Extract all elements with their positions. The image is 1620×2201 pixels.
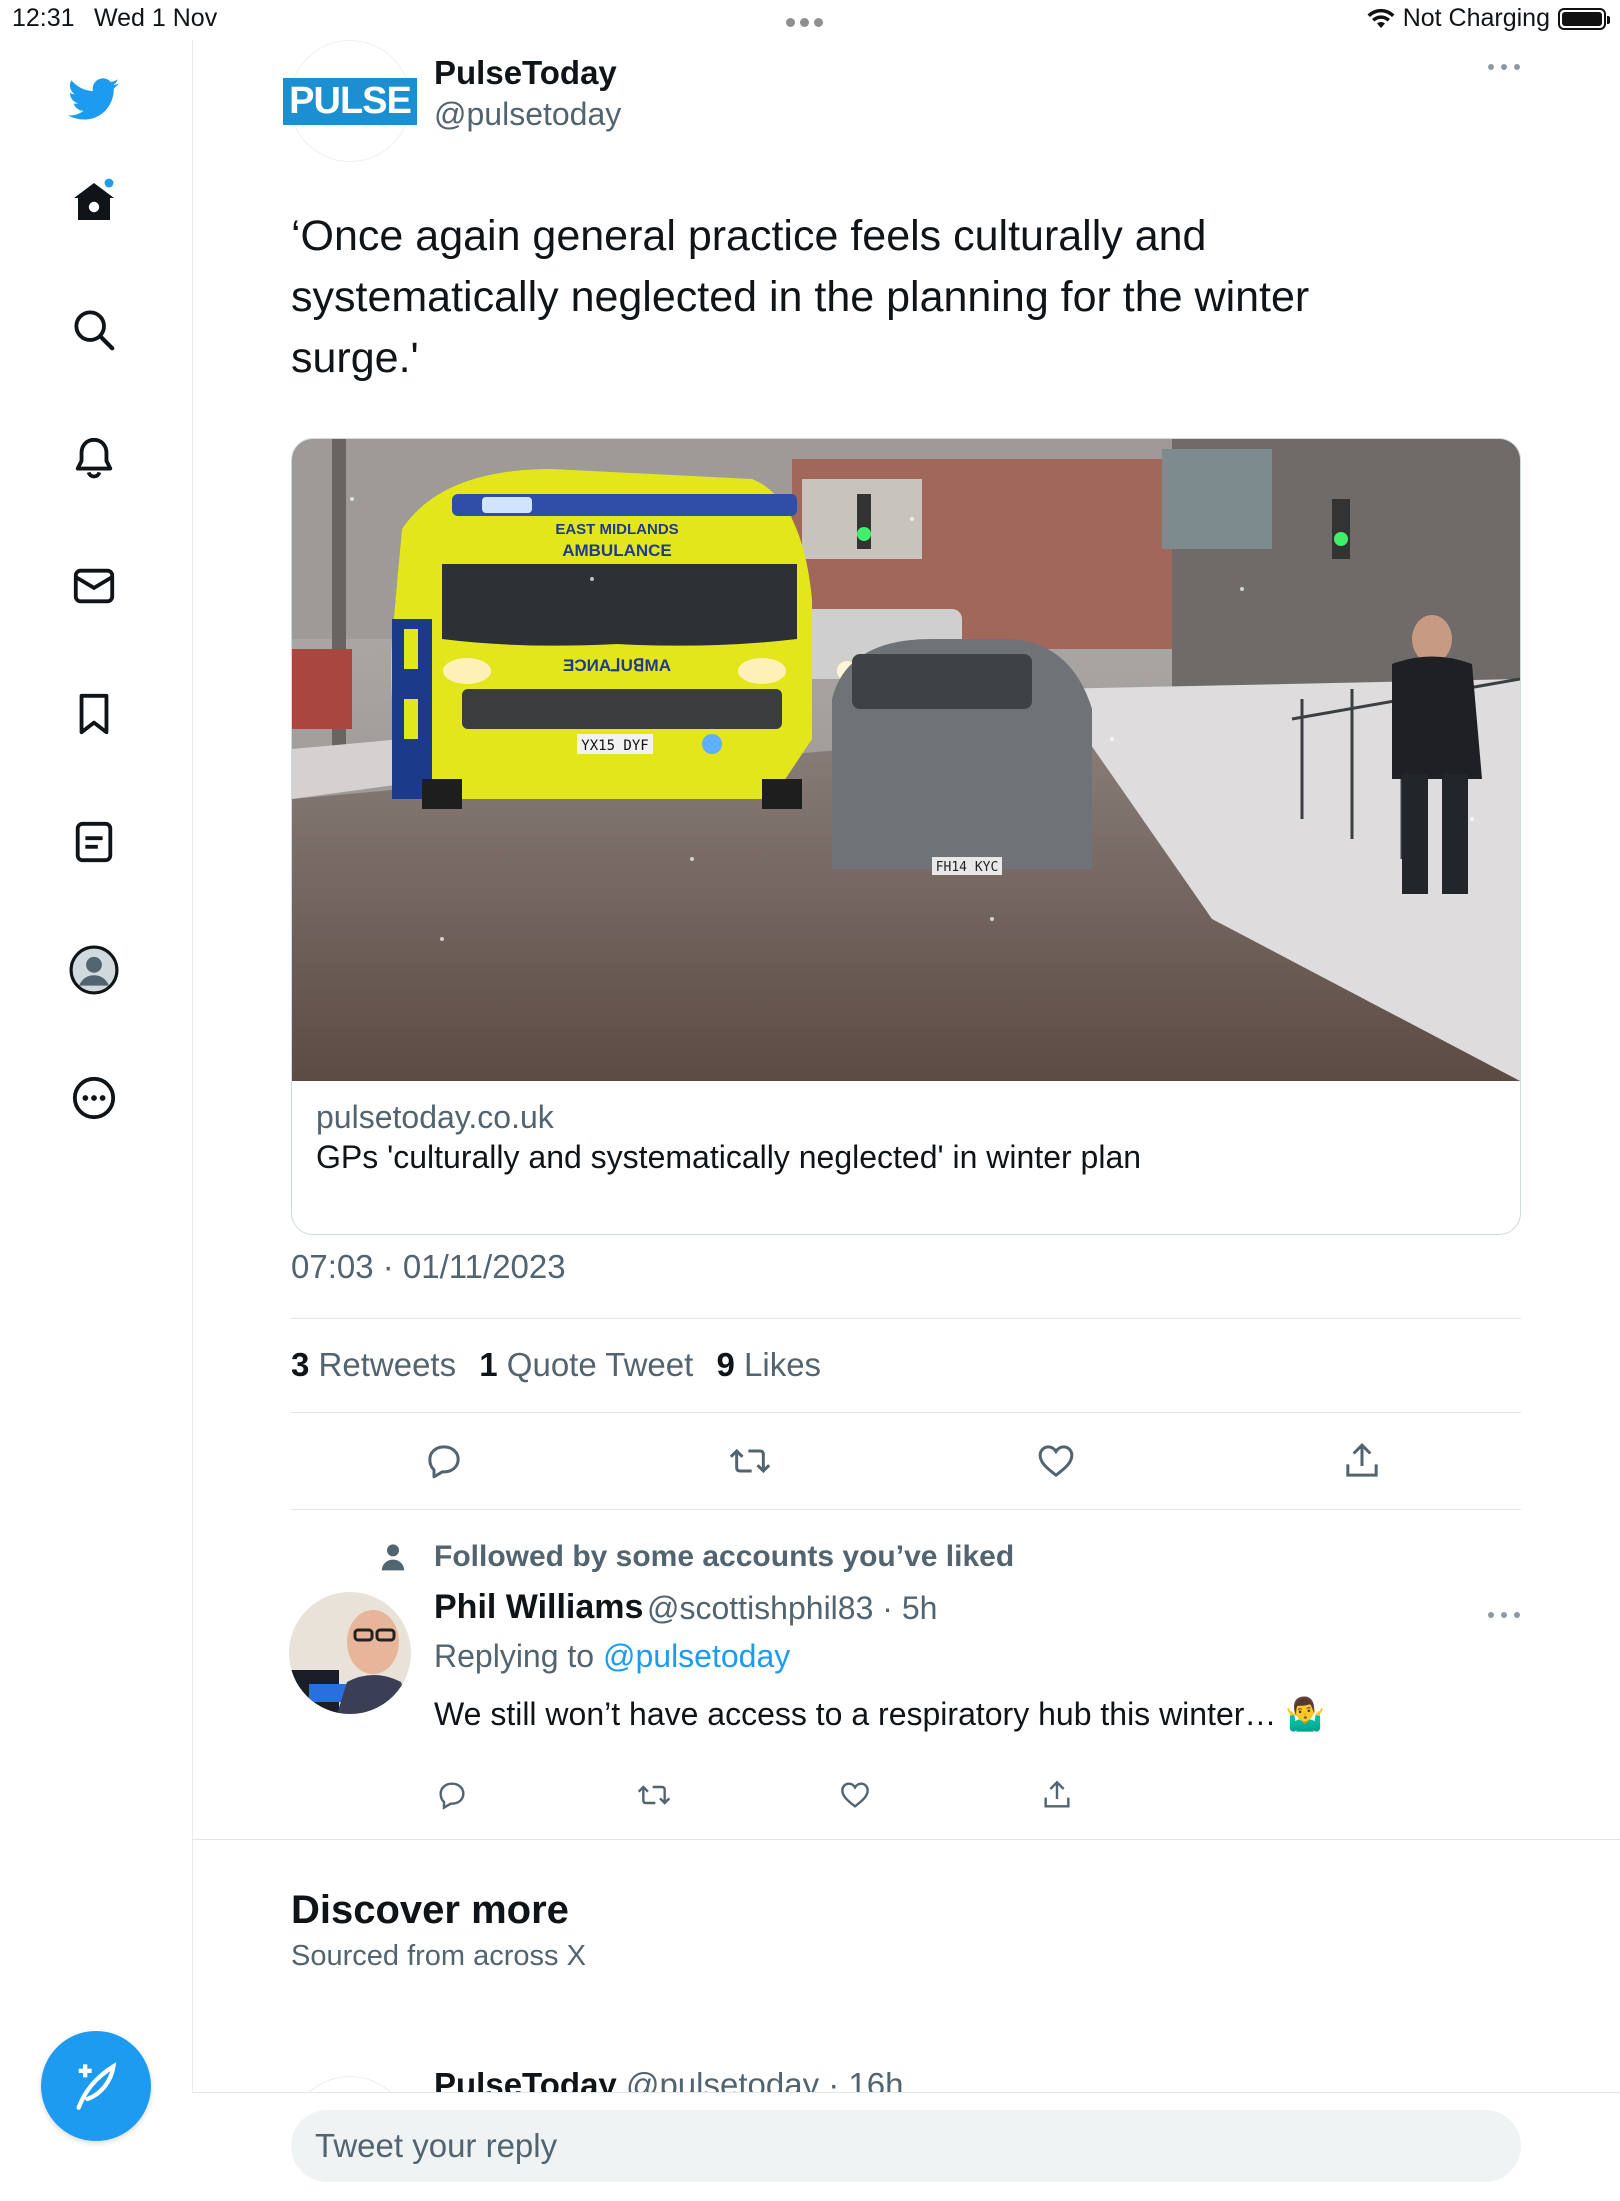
lists-icon[interactable]: [62, 810, 126, 874]
pulse-logo: PULSE: [283, 77, 417, 125]
status-bar: 12:31 Wed 1 Nov Not Charging: [0, 0, 1620, 40]
retweet-button[interactable]: [720, 1431, 780, 1491]
reply-like-button[interactable]: [832, 1772, 878, 1818]
status-time: 12:31: [12, 4, 75, 32]
retweet-icon: [729, 1448, 771, 1474]
like-button[interactable]: [1026, 1431, 1086, 1491]
heart-icon: [1038, 1445, 1074, 1478]
divider: [291, 1509, 1521, 1510]
battery-status-text: Not Charging: [1402, 4, 1550, 32]
status-right: Not Charging: [1367, 4, 1610, 33]
section-divider: [192, 1839, 1620, 1840]
more-options-circle-icon[interactable]: [62, 1066, 126, 1130]
reply-text: We still won’t have access to a respirat…: [434, 1696, 1326, 1732]
ambulance-mirror-text: ƎƆИA⅃UꓭMA: [563, 656, 671, 675]
link-card[interactable]: FH14 KYC EAST MIDLANDS AMBULANCE ƎƆИA⅃Uꓭ…: [291, 438, 1521, 1235]
retweets-stat[interactable]: 3 Retweets: [291, 1346, 456, 1383]
messages-mail-icon[interactable]: [62, 554, 126, 618]
author-avatar[interactable]: PULSE: [283, 40, 417, 162]
author-name[interactable]: PulseToday: [434, 54, 617, 92]
bookmark-icon[interactable]: [62, 682, 126, 746]
sidebar: [0, 40, 193, 2160]
social-context: Followed by some accounts you’ve liked: [434, 1540, 1015, 1573]
share-icon: [1346, 1443, 1378, 1477]
person-icon: [381, 1544, 405, 1571]
card-domain: pulsetoday.co.uk: [316, 1099, 554, 1135]
main-timeline: PULSE PulseToday @pulsetoday ‘Once again…: [192, 40, 1620, 2201]
card-title: GPs 'culturally and systematically negle…: [316, 1139, 1142, 1175]
reply-reply-button[interactable]: [429, 1772, 475, 1818]
discover-more-subtitle: Sourced from across X: [291, 1940, 586, 1972]
compose-tweet-button[interactable]: [41, 2031, 151, 2141]
status-date: Wed 1 Nov: [94, 4, 218, 32]
likes-stat[interactable]: 9 Likes: [716, 1346, 821, 1383]
twitter-bird-icon[interactable]: [62, 68, 126, 132]
multitasking-dots-icon[interactable]: [786, 14, 830, 27]
retweet-icon: [637, 1785, 671, 1805]
author-handle[interactable]: @pulsetoday: [434, 96, 621, 133]
ambulance-label-text: AMBULANCE: [562, 541, 672, 560]
feather-plus-icon: [76, 2062, 117, 2110]
tweet-timestamp[interactable]: 07:03 · 01/11/2023: [291, 1248, 566, 1286]
more-options-icon[interactable]: [1487, 62, 1521, 72]
notifications-bell-icon[interactable]: [62, 426, 126, 490]
share-button[interactable]: [1332, 1431, 1392, 1491]
reply-author-name[interactable]: Phil Williams: [434, 1588, 643, 1627]
heart-icon: [841, 1782, 869, 1808]
share-icon: [1044, 1780, 1070, 1808]
ambulance-region-text: EAST MIDLANDS: [555, 521, 678, 538]
battery-icon: [1558, 7, 1610, 30]
reply-retweet-button[interactable]: [631, 1772, 677, 1818]
replying-to: Replying to @pulsetoday: [434, 1638, 791, 1674]
reply-author-handle[interactable]: @scottishphil83 · 5h: [647, 1590, 937, 1627]
reply-button[interactable]: [414, 1431, 474, 1491]
reply-bar: [192, 2092, 1620, 2201]
quotes-stat[interactable]: 1 Quote Tweet: [479, 1346, 693, 1383]
discover-more-title: Discover more: [291, 1888, 569, 1932]
car-plate-text: FH14 KYC: [936, 860, 999, 875]
reply-share-button[interactable]: [1034, 1772, 1080, 1818]
replying-to-handle-link[interactable]: @pulsetoday: [603, 1638, 790, 1674]
home-icon[interactable]: [62, 170, 126, 234]
reply-icon: [428, 1445, 460, 1479]
wifi-icon: [1367, 8, 1395, 28]
more-options-icon[interactable]: [1487, 1610, 1521, 1620]
reply-icon: [439, 1782, 465, 1810]
profile-avatar-icon[interactable]: [62, 938, 126, 1002]
divider: [291, 1318, 1521, 1319]
card-image: FH14 KYC EAST MIDLANDS AMBULANCE ƎƆИA⅃Uꓭ…: [292, 439, 1520, 1081]
reply-author-avatar[interactable]: [289, 1592, 411, 1714]
tweet-stats: 3 Retweets 1 Quote Tweet 9 Likes: [291, 1346, 835, 1384]
divider: [291, 1412, 1521, 1413]
search-icon[interactable]: [62, 298, 126, 362]
tweet-text: ‘Once again general practice feels cultu…: [291, 212, 1310, 382]
tweet-reply-input[interactable]: [291, 2110, 1521, 2182]
ambulance-plate-text: YX15 DYF: [581, 738, 648, 754]
